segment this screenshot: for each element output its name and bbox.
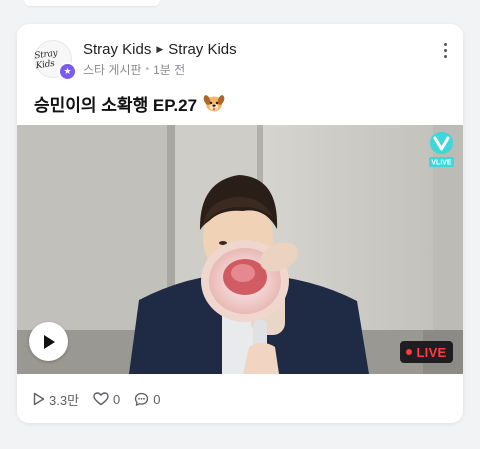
likes-count: 0: [113, 391, 121, 407]
play-icon: [43, 334, 55, 349]
comments-count: 0: [153, 391, 161, 407]
more-vertical-icon[interactable]: [437, 38, 453, 62]
comment-button[interactable]: 0: [134, 391, 161, 407]
post-title[interactable]: 승민이의 소확행 EP.27: [34, 91, 225, 115]
post-stats: 3.3만 0 0: [33, 388, 161, 410]
vlive-label: VLIVE: [431, 160, 452, 167]
vlive-logo: VLIVE: [429, 132, 454, 167]
heart-outline-icon: [93, 392, 109, 406]
video-frame-image: [17, 125, 463, 374]
live-label: LIVE: [416, 344, 447, 360]
post-header-title: Stray Kids ▶ Stray Kids: [83, 39, 237, 59]
video-thumbnail[interactable]: VLIVE LIVE: [17, 125, 463, 374]
artist-name-link[interactable]: Stray Kids: [168, 41, 236, 58]
play-button[interactable]: [29, 322, 68, 361]
star-badge-icon: ★: [58, 62, 77, 81]
separator-dot: •: [145, 63, 150, 75]
live-dot-icon: [406, 349, 413, 355]
previous-card-edge: [24, 0, 160, 6]
post-card[interactable]: Stray Kids ★ Stray Kids ▶ Stray Kids 스타 …: [17, 24, 463, 423]
dog-face-emoji: [203, 95, 225, 112]
like-button[interactable]: 0: [93, 392, 120, 407]
post-meta: 스타 게시판 • 1분 전: [83, 61, 185, 77]
comment-icon: [135, 392, 149, 406]
post-title-text: 승민이의 소확행 EP.27: [34, 95, 198, 115]
views-stat: 3.3만: [33, 390, 79, 409]
play-outline-icon: [33, 392, 45, 406]
board-name-link[interactable]: Stray Kids: [83, 41, 151, 58]
views-count: 3.3만: [49, 392, 80, 408]
live-badge: LIVE: [400, 341, 453, 363]
board-type-label: 스타 게시판: [83, 62, 142, 77]
arrow-right-icon: ▶: [156, 43, 164, 54]
timestamp: 1분 전: [153, 62, 186, 77]
